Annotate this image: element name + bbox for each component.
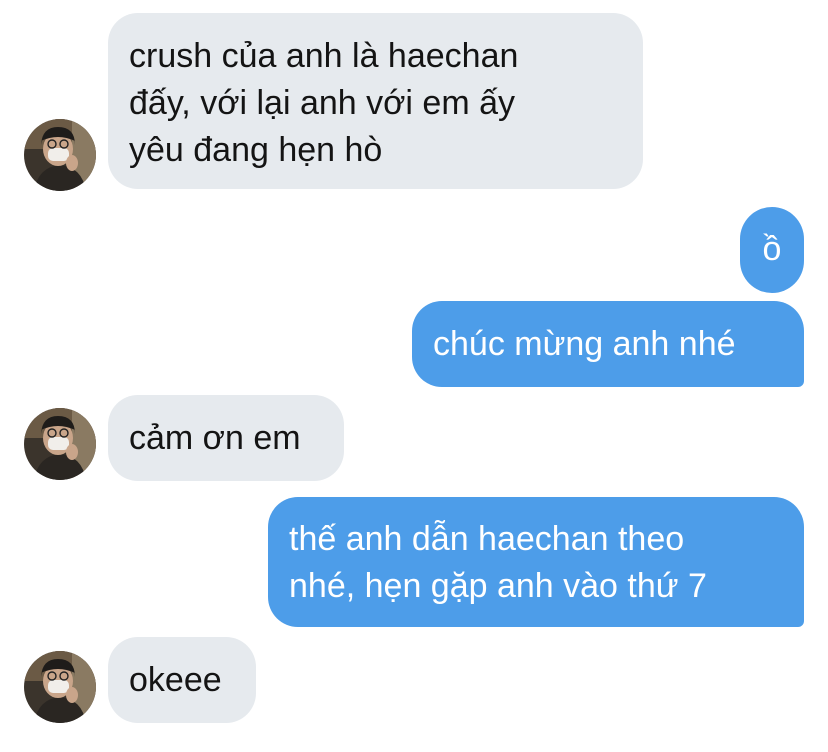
avatar-photo-icon (24, 119, 96, 191)
avatar-photo-icon (24, 408, 96, 480)
avatar-photo-icon (24, 651, 96, 723)
outgoing-message-bubble[interactable]: ồ (740, 207, 804, 293)
contact-avatar[interactable] (24, 651, 96, 723)
incoming-message-bubble[interactable]: cảm ơn em (108, 395, 344, 481)
incoming-message-bubble[interactable]: crush của anh là haechan đấy, với lại an… (108, 13, 643, 189)
contact-avatar[interactable] (24, 408, 96, 480)
contact-avatar[interactable] (24, 119, 96, 191)
incoming-message-bubble[interactable]: okeee (108, 637, 256, 723)
outgoing-message-bubble[interactable]: thế anh dẫn haechan theo nhé, hẹn gặp an… (268, 497, 804, 627)
outgoing-message-bubble[interactable]: chúc mừng anh nhé (412, 301, 804, 387)
